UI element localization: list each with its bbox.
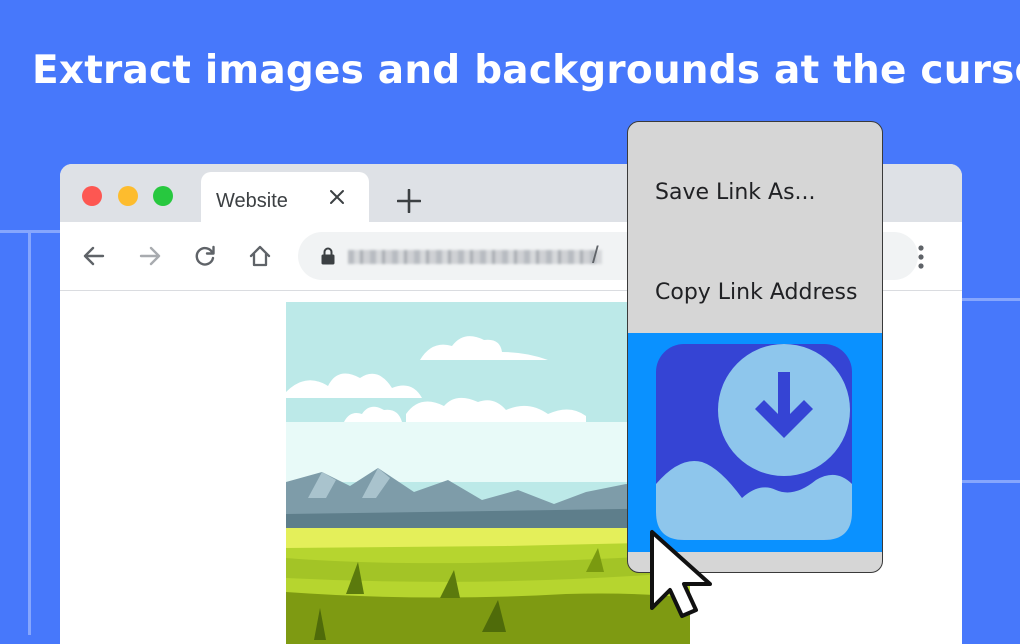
forward-arrow-icon[interactable] <box>138 244 162 268</box>
close-icon[interactable] <box>329 189 345 205</box>
blurred-url: blurred-url <box>348 250 602 264</box>
headline: Extract images and backgrounds at the cu… <box>32 48 1020 93</box>
context-menu: Save Link As... Copy Link Address <box>627 121 883 573</box>
menu-item-copy-link-address[interactable]: Copy Link Address <box>628 264 882 324</box>
plus-icon[interactable] <box>397 189 421 213</box>
menu-item-save-link-as[interactable]: Save Link As... <box>628 164 882 224</box>
maximize-window-dot[interactable] <box>153 186 173 206</box>
menu-item-label: Copy Link Address <box>655 280 858 305</box>
reload-icon[interactable] <box>193 244 217 268</box>
tab-website[interactable]: Website <box>201 172 369 222</box>
decor-line <box>28 230 31 635</box>
tab-title: Website <box>216 190 288 212</box>
menu-item-label: Save Link As... <box>655 180 816 205</box>
back-arrow-icon[interactable] <box>82 244 106 268</box>
decor-line <box>0 230 62 233</box>
arrow-cursor-icon <box>650 530 712 618</box>
lock-icon <box>321 247 335 265</box>
url-suffix: / <box>592 242 599 269</box>
image-download-icon <box>656 344 852 540</box>
close-window-dot[interactable] <box>82 186 102 206</box>
minimize-window-dot[interactable] <box>118 186 138 206</box>
kebab-menu-icon[interactable] <box>917 244 925 270</box>
home-icon[interactable] <box>248 244 272 268</box>
decor-line <box>962 480 1020 483</box>
decor-line <box>962 298 1020 301</box>
menu-item-extension-image-download[interactable] <box>628 333 882 552</box>
